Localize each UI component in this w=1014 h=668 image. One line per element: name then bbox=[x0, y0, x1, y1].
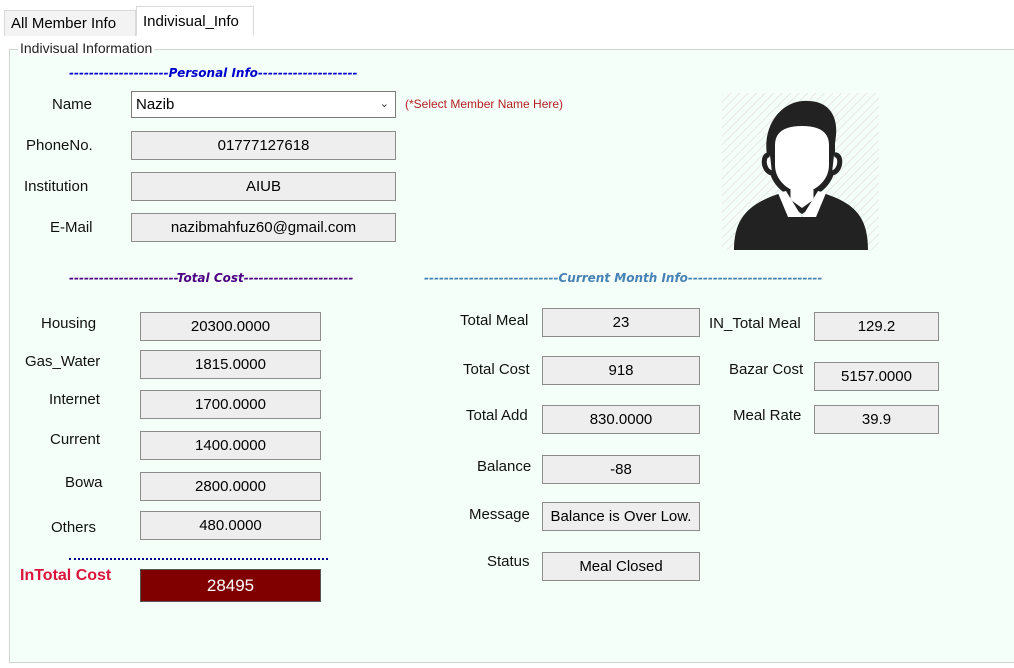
status-field[interactable]: Meal Closed bbox=[542, 552, 700, 581]
member-name-value: Nazib bbox=[136, 96, 175, 113]
total-cost-field[interactable]: 918 bbox=[542, 356, 700, 385]
select-member-hint: (*Select Member Name Here) bbox=[405, 97, 564, 111]
intotal-cost-field[interactable]: 28495 bbox=[140, 569, 321, 602]
bowa-field[interactable]: 2800.0000 bbox=[140, 472, 321, 501]
user-avatar-icon bbox=[722, 93, 879, 250]
personal-info-header: --------------------Personal Info-------… bbox=[69, 66, 358, 80]
email-label: E-Mail bbox=[50, 219, 93, 236]
housing-label: Housing bbox=[41, 315, 97, 332]
total-meal-field[interactable]: 23 bbox=[542, 308, 700, 337]
total-meal-label: Total Meal bbox=[460, 312, 529, 329]
institution-field[interactable]: AIUB bbox=[131, 172, 396, 201]
current-field[interactable]: 1400.0000 bbox=[140, 431, 321, 460]
chevron-down-icon[interactable]: ⌄ bbox=[380, 92, 389, 117]
housing-field[interactable]: 20300.0000 bbox=[140, 312, 321, 341]
bazar-cost-field[interactable]: 5157.0000 bbox=[814, 362, 939, 391]
others-field[interactable]: 480.0000 bbox=[140, 511, 321, 540]
meal-rate-label: Meal Rate bbox=[733, 407, 802, 424]
message-field[interactable]: Balance is Over Low. bbox=[542, 502, 700, 531]
gas-water-field[interactable]: 1815.0000 bbox=[140, 350, 321, 379]
tab-individual-info[interactable]: Indivisual_Info bbox=[136, 6, 254, 36]
bazar-cost-label: Bazar Cost bbox=[729, 361, 804, 378]
gas-water-label: Gas_Water bbox=[25, 353, 101, 370]
in-total-meal-label: IN_Total Meal bbox=[709, 315, 801, 332]
phone-field[interactable]: 01777127618 bbox=[131, 131, 396, 160]
internet-label: Internet bbox=[49, 391, 100, 408]
institution-label: Institution bbox=[24, 178, 89, 195]
tab-all-member-info[interactable]: All Member Info bbox=[4, 10, 136, 36]
others-label: Others bbox=[51, 519, 97, 536]
status-label: Status bbox=[487, 553, 530, 570]
total-cost-label: Total Cost bbox=[463, 361, 530, 378]
total-add-field[interactable]: 830.0000 bbox=[542, 405, 700, 434]
balance-field[interactable]: -88 bbox=[542, 455, 700, 484]
total-divider bbox=[69, 558, 328, 560]
group-title: Indivisual Information bbox=[18, 40, 155, 56]
name-label: Name bbox=[52, 96, 93, 113]
message-label: Message bbox=[469, 506, 530, 523]
meal-rate-field[interactable]: 39.9 bbox=[814, 405, 939, 434]
tab-bar: All Member Info Indivisual_Info bbox=[0, 0, 1014, 37]
balance-label: Balance bbox=[477, 458, 532, 475]
phone-label: PhoneNo. bbox=[26, 137, 93, 154]
email-field[interactable]: nazibmahfuz60@gmail.com bbox=[131, 213, 396, 242]
member-name-select[interactable]: Nazib ⌄ bbox=[131, 91, 396, 118]
internet-field[interactable]: 1700.0000 bbox=[140, 390, 321, 419]
total-add-label: Total Add bbox=[466, 407, 528, 424]
total-cost-header: ----------------------Total Cost--------… bbox=[69, 271, 354, 285]
current-label: Current bbox=[50, 431, 101, 448]
bowa-label: Bowa bbox=[65, 474, 103, 491]
intotal-cost-label: InTotal Cost bbox=[20, 567, 112, 584]
in-total-meal-field[interactable]: 129.2 bbox=[814, 312, 939, 341]
current-month-header: ---------------------------Current Month… bbox=[424, 271, 823, 285]
